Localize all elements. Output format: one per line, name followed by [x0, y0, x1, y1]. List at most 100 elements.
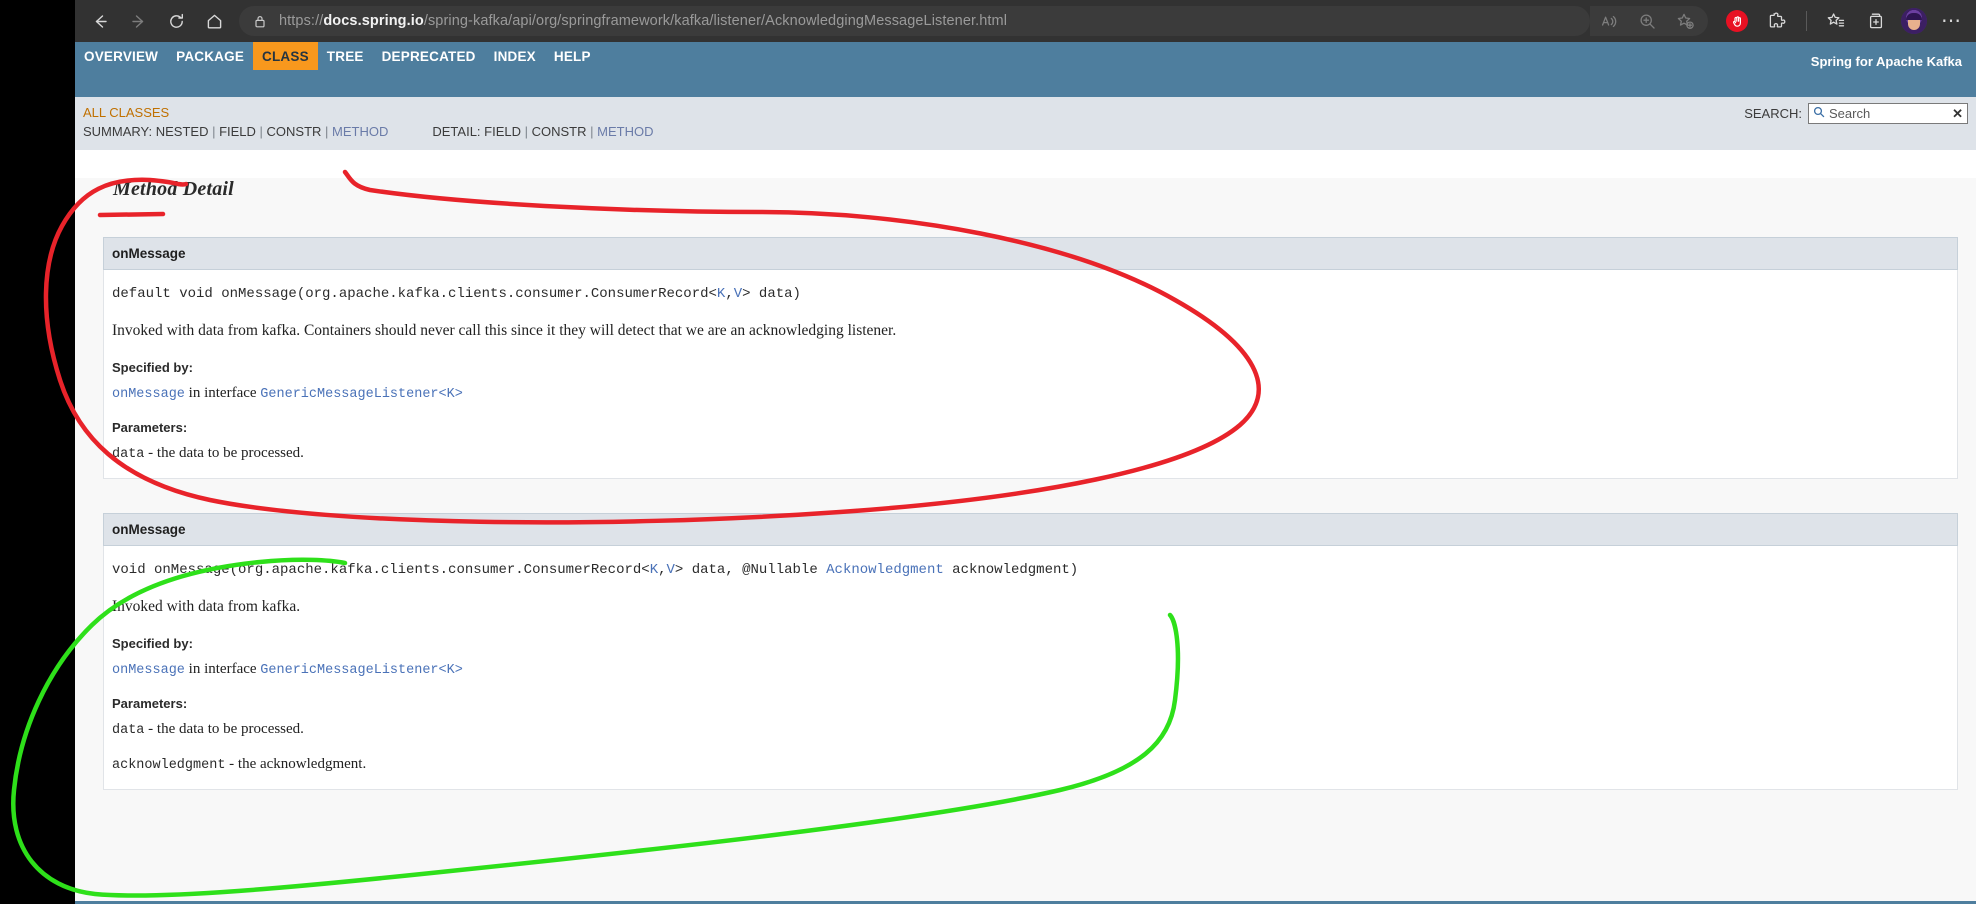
search-area: SEARCH: Search ✕ — [1744, 103, 1968, 124]
toolbar-right-actions: ⋯ — [1718, 5, 1970, 37]
specified-by-interface-2[interactable]: GenericMessageListener<K> — [260, 663, 463, 678]
search-placeholder: Search — [1829, 106, 1871, 121]
browser-window: https://docs.spring.io/spring-kafka/api/… — [75, 0, 1976, 904]
method-signature-2: void onMessage(org.apache.kafka.clients.… — [112, 560, 1949, 581]
sig-type-k-2[interactable]: K — [650, 562, 658, 578]
favorites-list-icon[interactable] — [1817, 5, 1855, 37]
nav-overview[interactable]: OVERVIEW — [75, 42, 167, 70]
member-name-1: onMessage — [103, 237, 1958, 270]
parameter-row: acknowledgment - the acknowledgment. — [112, 756, 1949, 773]
all-classes-link[interactable]: ALL CLASSES — [75, 103, 1976, 122]
detail-group: DETAIL: FIELD | CONSTR | METHOD — [432, 124, 654, 139]
parameter-name-1-0: data — [112, 446, 145, 462]
sig-post-2: > data, @Nullable — [674, 561, 827, 578]
specified-by-text-2: in interface — [184, 660, 261, 677]
refresh-icon[interactable] — [157, 5, 195, 37]
specified-by-method-1[interactable]: onMessage — [112, 387, 185, 402]
lock-icon — [253, 14, 267, 29]
sig-type-v-1[interactable]: V — [734, 286, 742, 302]
parameter-row: data - the data to be processed. — [112, 445, 1949, 462]
sig-pre-1: default void onMessage(org.apache.kafka.… — [112, 286, 717, 302]
member-body-2: void onMessage(org.apache.kafka.clients.… — [103, 545, 1958, 790]
specified-by-text-1: in interface — [184, 384, 261, 401]
summary-constr: CONSTR — [266, 124, 322, 139]
specified-by-interface-1[interactable]: GenericMessageListener<K> — [260, 387, 463, 402]
url-text: https://docs.spring.io/spring-kafka/api/… — [279, 13, 1008, 29]
nav-class[interactable]: CLASS — [253, 42, 318, 70]
sig-type-v-2[interactable]: V — [667, 562, 675, 578]
clear-icon[interactable]: ✕ — [1952, 106, 1963, 122]
member-block-2: onMessage void onMessage(org.apache.kafk… — [103, 512, 1958, 790]
member-body-1: default void onMessage(org.apache.kafka.… — [103, 270, 1958, 479]
parameter-name-2-1: acknowledgment — [112, 757, 226, 773]
sig-pre-2: void onMessage(org.apache.kafka.clients.… — [112, 561, 650, 578]
parameter-name-2-0: data — [112, 722, 145, 738]
method-meta-2: Specified by: onMessage in interface Gen… — [112, 636, 1949, 773]
summary-detail-line: SUMMARY: NESTED | FIELD | CONSTR | METHO… — [75, 122, 1976, 142]
nav-deprecated[interactable]: DEPRECATED — [373, 42, 485, 70]
specified-by-method-2[interactable]: onMessage — [112, 663, 185, 678]
specified-by-label-2: Specified by: — [112, 635, 193, 651]
member-name-2: onMessage — [103, 512, 1958, 546]
more-options-icon[interactable]: ⋯ — [1933, 11, 1970, 31]
sig-ack-type-2[interactable]: Acknowledgment — [826, 562, 944, 578]
summary-nested: NESTED — [155, 124, 209, 139]
javadoc-sub-nav: ALL CLASSES SUMMARY: NESTED | FIELD | CO… — [75, 97, 1976, 150]
page-title: Method Detail — [113, 178, 234, 200]
screen: https://docs.spring.io/spring-kafka/api/… — [0, 0, 1976, 904]
parameter-desc-1-0: - the data to be processed. — [144, 444, 304, 461]
address-bar[interactable]: https://docs.spring.io/spring-kafka/api/… — [239, 6, 1590, 36]
specified-by-label-1: Specified by: — [112, 359, 193, 375]
method-description-1: Invoked with data from kafka. Containers… — [112, 322, 897, 339]
toolbar-divider — [1806, 11, 1807, 31]
javadoc-content: Method Detail onMessage default void onM… — [75, 178, 1976, 904]
forward-arrow-icon[interactable] — [119, 5, 157, 37]
method-meta-1: Specified by: onMessage in interface Gen… — [112, 360, 1949, 462]
extensions-icon[interactable] — [1758, 5, 1796, 37]
parameter-row: data - the data to be processed. — [112, 721, 1949, 738]
read-aloud-icon[interactable] — [1590, 5, 1628, 37]
parameters-label-2: Parameters: — [112, 695, 188, 711]
detail-prefix: DETAIL: — [432, 124, 481, 139]
method-description-2: Invoked with data from kafka. — [112, 597, 301, 615]
nav-tree[interactable]: TREE — [318, 42, 373, 70]
summary-prefix: SUMMARY: — [83, 124, 153, 139]
search-label: SEARCH: — [1744, 106, 1802, 121]
browser-toolbar: https://docs.spring.io/spring-kafka/api/… — [75, 0, 1976, 42]
method-signature-1: default void onMessage(org.apache.kafka.… — [112, 284, 1949, 305]
specified-by-value-1: onMessage in interface GenericMessageLis… — [112, 385, 1949, 402]
sig-comma-1: , — [725, 286, 734, 302]
summary-method[interactable]: METHOD — [332, 124, 388, 139]
sig-comma-2: , — [658, 561, 667, 578]
nav-package[interactable]: PACKAGE — [167, 42, 253, 70]
detail-method[interactable]: METHOD — [597, 124, 653, 139]
detail-field: FIELD — [484, 124, 522, 139]
search-input[interactable]: Search ✕ — [1808, 103, 1968, 124]
summary-group: SUMMARY: NESTED | FIELD | CONSTR | METHO… — [83, 124, 389, 139]
content-inner: Method Detail onMessage default void onM… — [93, 178, 1958, 790]
summary-field: FIELD — [219, 124, 256, 139]
project-title: Spring for Apache Kafka — [1810, 54, 1962, 69]
nav-help[interactable]: HELP — [545, 42, 600, 70]
sig-tail-2: acknowledgment) — [943, 561, 1079, 578]
javadoc-nav-list: OVERVIEW PACKAGE CLASS TREE DEPRECATED I… — [75, 42, 600, 70]
search-icon — [1813, 106, 1825, 121]
home-icon[interactable] — [195, 5, 233, 37]
parameters-label-1: Parameters: — [112, 419, 188, 435]
add-favorite-icon[interactable] — [1666, 5, 1704, 37]
parameter-desc-2-1: - the acknowledgment. — [225, 755, 367, 772]
member-block-1: onMessage default void onMessage(org.apa… — [103, 237, 1958, 479]
omnibox-actions — [1590, 6, 1708, 36]
javadoc-top-nav: OVERVIEW PACKAGE CLASS TREE DEPRECATED I… — [75, 42, 1976, 70]
detail-constr: CONSTR — [531, 124, 587, 139]
back-arrow-icon[interactable] — [81, 5, 119, 37]
javadoc-nav-spacer — [75, 70, 1976, 97]
specified-by-value-2: onMessage in interface GenericMessageLis… — [112, 661, 1949, 678]
profile-avatar[interactable] — [1901, 8, 1927, 34]
parameter-desc-2-0: - the data to be processed. — [144, 720, 304, 737]
sig-post-1: > data) — [742, 286, 801, 302]
collections-icon[interactable] — [1857, 5, 1895, 37]
stop-recording-icon[interactable] — [1718, 5, 1756, 37]
zoom-icon[interactable] — [1628, 5, 1666, 37]
nav-index[interactable]: INDEX — [485, 42, 545, 70]
